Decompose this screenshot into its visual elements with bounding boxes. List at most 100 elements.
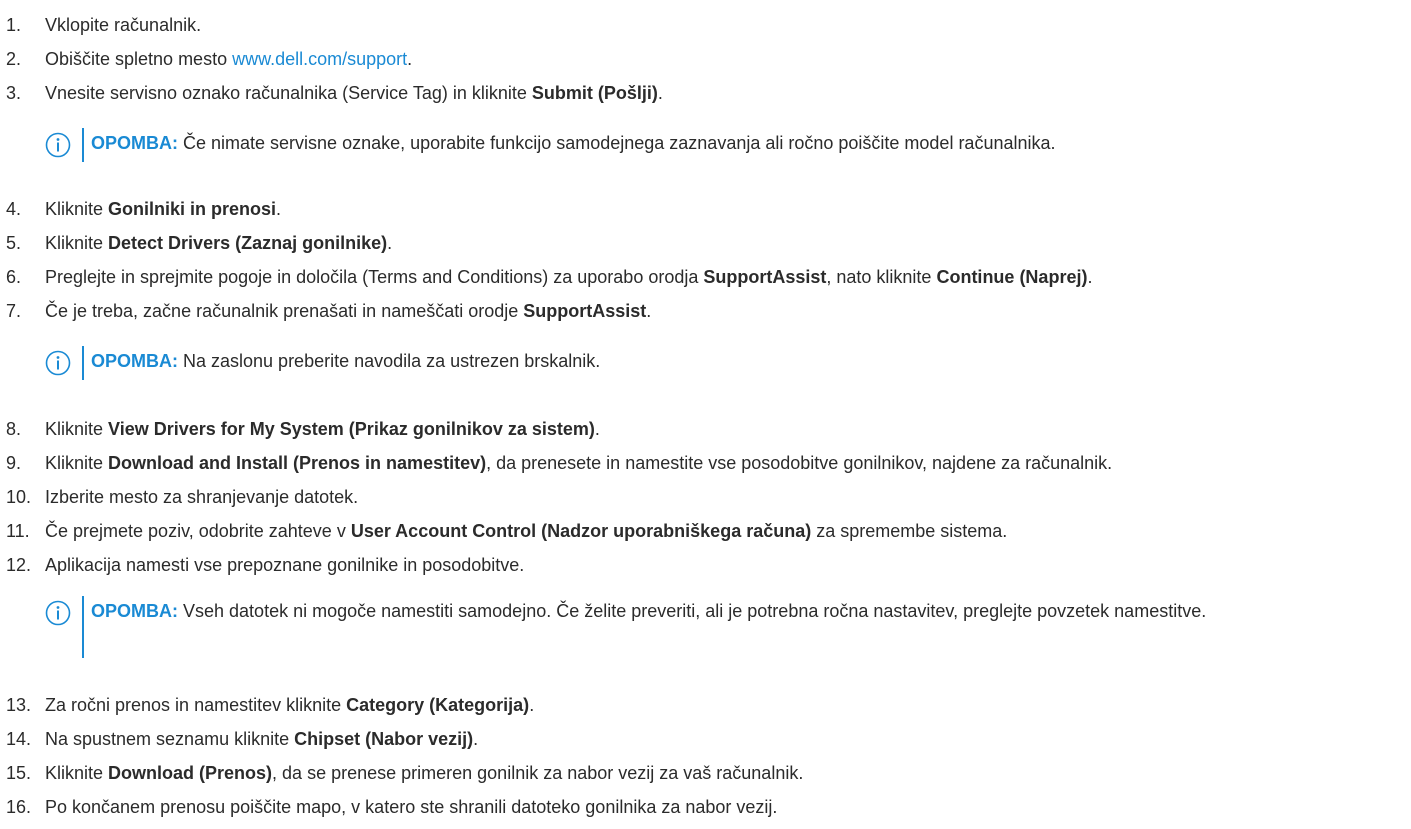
step-8: 8. Kliknite View Drivers for My System (… [0, 414, 1411, 444]
step-9: 9. Kliknite Download and Install (Prenos… [0, 448, 1411, 478]
note-label: OPOMBA: [91, 133, 178, 153]
step-text: Vnesite servisno oznako računalnika (Ser… [45, 78, 663, 108]
step-text: Kliknite Download (Prenos), da se prenes… [45, 758, 803, 788]
step-number: 14. [6, 729, 32, 749]
step-text-segment: . [529, 695, 535, 715]
step-text: Obiščite spletno mesto www.dell.com/supp… [45, 44, 412, 74]
step-text-segment: za spremembe sistema. [811, 521, 1008, 541]
dell-support-link[interactable]: www.dell.com/support [232, 49, 407, 69]
note-3: OPOMBA: Vseh datotek ni mogoče namestiti… [45, 596, 1411, 658]
step-15: 15. Kliknite Download (Prenos), da se pr… [0, 758, 1411, 788]
ui-term: SupportAssist [703, 267, 827, 287]
step-14: 14. Na spustnem seznamu kliknite Chipset… [0, 724, 1411, 754]
ui-term: SupportAssist [523, 301, 647, 321]
step-10: 10. Izberite mesto za shranjevanje datot… [0, 482, 1411, 512]
step-text-segment: Kliknite [45, 233, 109, 253]
step-text: Kliknite View Drivers for My System (Pri… [45, 414, 600, 444]
step-number: 1. [6, 15, 22, 35]
step-5: 5. Kliknite Detect Drivers (Zaznaj gonil… [0, 228, 1411, 258]
step-text-segment: Izberite mesto za shranjevanje datotek. [45, 487, 359, 507]
step-text-segment: . [646, 301, 652, 321]
note-body: Na zaslonu preberite navodila za ustreze… [178, 351, 601, 371]
step-3: 3. Vnesite servisno oznako računalnika (… [0, 78, 1411, 108]
document-page: 1. Vklopite računalnik. 2. Obiščite sple… [0, 0, 1411, 829]
note-bar [82, 596, 84, 658]
ui-term: Detect Drivers (Zaznaj gonilnike) [108, 233, 388, 253]
step-text-segment: , da se prenese primeren gonilnik za nab… [272, 763, 804, 783]
step-6: 6. Preglejte in sprejmite pogoje in dolo… [0, 262, 1411, 292]
step-number: 9. [6, 453, 22, 473]
note-label: OPOMBA: [91, 351, 178, 371]
step-2: 2. Obiščite spletno mesto www.dell.com/s… [0, 44, 1411, 74]
note-text: OPOMBA: Na zaslonu preberite navodila za… [91, 346, 1387, 376]
ui-term: Continue (Naprej) [936, 267, 1088, 287]
step-text-segment: . [473, 729, 479, 749]
step-text: Vklopite računalnik. [45, 10, 201, 40]
ui-term: Download and Install (Prenos in namestit… [108, 453, 487, 473]
step-text: Kliknite Detect Drivers (Zaznaj gonilnik… [45, 228, 392, 258]
step-text-segment: Kliknite [45, 763, 109, 783]
step-number: 13. [6, 695, 32, 715]
note-label: OPOMBA: [91, 601, 178, 621]
step-number: 8. [6, 419, 22, 439]
ui-term: View Drivers for My System (Prikaz gonil… [108, 419, 595, 439]
step-12: 12. Aplikacija namesti vse prepoznane go… [0, 550, 1411, 580]
step-11: 11. Če prejmete poziv, odobrite zahteve … [0, 516, 1411, 546]
step-text: Če je treba, začne računalnik prenašati … [45, 296, 651, 326]
step-number: 11. [6, 521, 30, 541]
step-text: Kliknite Download and Install (Prenos in… [45, 448, 1112, 478]
ui-term: Gonilniki in prenosi [108, 199, 277, 219]
step-text-segment: . [1087, 267, 1093, 287]
step-text-segment: Če je treba, začne računalnik prenašati … [45, 301, 524, 321]
step-text-segment: Na spustnem seznamu kliknite [45, 729, 295, 749]
step-number: 15. [6, 763, 32, 783]
note-2: OPOMBA: Na zaslonu preberite navodila za… [45, 346, 1411, 380]
step-text-segment: . [387, 233, 393, 253]
step-text-segment: , nato kliknite [826, 267, 937, 287]
step-text: Po končanem prenosu poiščite mapo, v kat… [45, 792, 777, 822]
step-text: Aplikacija namesti vse prepoznane goniln… [45, 550, 524, 580]
step-text-segment: Kliknite [45, 419, 109, 439]
step-text-segment: Preglejte in sprejmite pogoje in določil… [45, 267, 704, 287]
info-icon [45, 132, 71, 158]
step-text-segment: Če prejmete poziv, odobrite zahteve v [45, 521, 351, 541]
ui-term: Category (Kategorija) [346, 695, 530, 715]
step-number: 4. [6, 199, 22, 219]
step-text: Kliknite Gonilniki in prenosi. [45, 194, 281, 224]
step-number: 7. [6, 301, 22, 321]
step-number: 6. [6, 267, 22, 287]
step-text-segment: . [276, 199, 282, 219]
step-number: 2. [6, 49, 22, 69]
step-text-segment: , da prenesete in namestite vse posodobi… [486, 453, 1113, 473]
info-icon [45, 600, 71, 626]
step-number: 5. [6, 233, 22, 253]
info-icon [45, 350, 71, 376]
step-number: 10. [6, 487, 32, 507]
note-1: OPOMBA: Če nimate servisne oznake, upora… [45, 128, 1411, 162]
step-text-segment: . [407, 49, 413, 69]
step-text: Izberite mesto za shranjevanje datotek. [45, 482, 358, 512]
step-7: 7. Če je treba, začne računalnik prenaša… [0, 296, 1411, 326]
note-body: Vseh datotek ni mogoče namestiti samodej… [178, 601, 1207, 621]
step-text-segment: Vnesite servisno oznako računalnika (Ser… [45, 83, 532, 103]
step-text: Za ročni prenos in namestitev kliknite C… [45, 690, 534, 720]
step-text-segment: Za ročni prenos in namestitev kliknite [45, 695, 347, 715]
step-text-segment: . [657, 83, 663, 103]
note-bar [82, 128, 84, 162]
note-bar [82, 346, 84, 380]
step-13: 13. Za ročni prenos in namestitev klikni… [0, 690, 1411, 720]
note-text: OPOMBA: Vseh datotek ni mogoče namestiti… [91, 596, 1387, 626]
step-16: 16. Po končanem prenosu poiščite mapo, v… [0, 792, 1411, 822]
step-text: Na spustnem seznamu kliknite Chipset (Na… [45, 724, 478, 754]
ui-term: Chipset (Nabor vezij) [294, 729, 474, 749]
ui-term: Submit (Pošlji) [531, 83, 658, 103]
step-text-segment: Aplikacija namesti vse prepoznane goniln… [45, 555, 525, 575]
step-text: Če prejmete poziv, odobrite zahteve v Us… [45, 516, 1007, 546]
step-text: Preglejte in sprejmite pogoje in določil… [45, 262, 1092, 292]
step-4: 4. Kliknite Gonilniki in prenosi. [0, 194, 1411, 224]
step-text-segment: Obiščite spletno mesto [45, 49, 233, 69]
step-1: 1. Vklopite računalnik. [0, 10, 1411, 40]
ui-term: User Account Control (Nadzor uporabniške… [350, 521, 812, 541]
step-number: 12. [6, 555, 32, 575]
note-text: OPOMBA: Če nimate servisne oznake, upora… [91, 128, 1387, 158]
